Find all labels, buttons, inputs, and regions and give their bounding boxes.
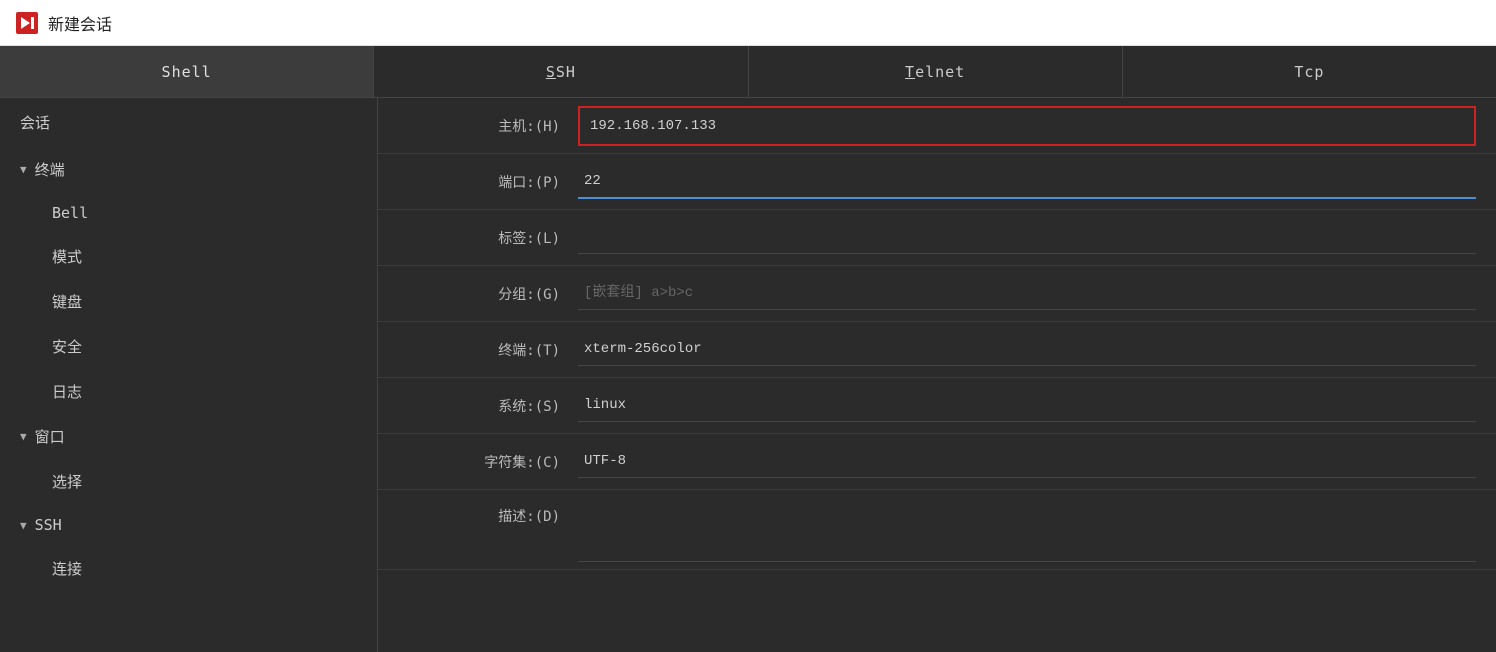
charset-input-wrapper [578,445,1476,478]
form-row-description: 描述:(D) [378,490,1496,570]
system-input[interactable] [578,389,1476,421]
sidebar-item-select-label: 选择 [52,473,82,491]
system-label: 系统:(S) [378,396,578,416]
form-row-charset: 字符集:(C) [378,434,1496,490]
dialog-title: 新建会话 [48,11,112,35]
group-label: 分组:(G) [378,284,578,304]
tab-bar: Shell SSH Telnet Tcp [0,46,1496,98]
host-input-wrapper [578,106,1476,146]
terminal-input[interactable] [578,333,1476,365]
description-label: 描述:(D) [378,502,578,526]
port-input[interactable] [578,165,1476,197]
system-input-wrapper [578,389,1476,422]
sidebar-item-security[interactable]: 安全 [0,324,377,369]
label-input[interactable] [578,221,1476,253]
terminal-label: 终端:(T) [378,340,578,360]
sidebar-item-log[interactable]: 日志 [0,369,377,414]
label-label: 标签:(L) [378,228,578,248]
description-input[interactable] [578,502,1476,556]
sidebar-item-keyboard[interactable]: 键盘 [0,279,377,324]
form-row-label: 标签:(L) [378,210,1496,266]
main-content: 会话 ▼ 终端 Bell 模式 键盘 安全 日志 ▼ 窗口 选择 ▼ [0,98,1496,652]
app-logo-icon [16,12,38,34]
form-row-terminal: 终端:(T) [378,322,1496,378]
sidebar-item-select[interactable]: 选择 [0,459,377,504]
tab-telnet[interactable]: Telnet [749,46,1123,97]
charset-label: 字符集:(C) [378,452,578,472]
group-input-wrapper [578,277,1476,310]
group-input[interactable] [578,277,1476,309]
host-input[interactable] [584,110,1470,142]
description-input-wrapper [578,502,1476,562]
sidebar-group-ssh[interactable]: ▼ SSH [0,504,377,546]
tab-shell[interactable]: Shell [0,46,374,97]
sidebar-item-mode[interactable]: 模式 [0,234,377,279]
form-area: 主机:(H) 端口:(P) 标签:(L) [378,98,1496,652]
sidebar-item-bell-label: Bell [52,204,88,222]
tab-ssh-label: SSH [546,63,576,81]
tab-ssh[interactable]: SSH [374,46,748,97]
tab-shell-label: Shell [162,63,212,81]
host-label: 主机:(H) [378,116,578,136]
sidebar-item-log-label: 日志 [52,383,82,401]
tab-tcp[interactable]: Tcp [1123,46,1496,97]
sidebar-group-terminal-label: 终端 [35,159,65,180]
label-input-wrapper [578,221,1476,254]
sidebar-item-session-label: 会话 [20,114,50,132]
tab-telnet-label: Telnet [905,63,965,81]
port-label: 端口:(P) [378,172,578,192]
sidebar-group-terminal[interactable]: ▼ 终端 [0,147,377,192]
sidebar-group-ssh-label: SSH [35,516,62,534]
charset-input[interactable] [578,445,1476,477]
sidebar-item-mode-label: 模式 [52,248,82,266]
tab-tcp-label: Tcp [1294,63,1324,81]
sidebar-item-keyboard-label: 键盘 [52,293,82,311]
terminal-input-wrapper [578,333,1476,366]
sidebar-item-connect-label: 连接 [52,560,82,578]
form-row-group: 分组:(G) [378,266,1496,322]
sidebar-item-bell[interactable]: Bell [0,192,377,234]
sidebar-item-security-label: 安全 [52,338,82,356]
sidebar-item-session[interactable]: 会话 [0,98,377,147]
form-row-system: 系统:(S) [378,378,1496,434]
sidebar-group-window-label: 窗口 [35,426,65,447]
sidebar: 会话 ▼ 终端 Bell 模式 键盘 安全 日志 ▼ 窗口 选择 ▼ [0,98,378,652]
form-row-port: 端口:(P) [378,154,1496,210]
title-bar: 新建会话 [0,0,1496,46]
sidebar-group-window[interactable]: ▼ 窗口 [0,414,377,459]
sidebar-item-connect[interactable]: 连接 [0,546,377,591]
form-row-host: 主机:(H) [378,98,1496,154]
chevron-down-icon-window: ▼ [20,430,27,443]
chevron-down-icon-ssh: ▼ [20,519,27,532]
chevron-down-icon: ▼ [20,163,27,176]
port-input-wrapper [578,165,1476,199]
